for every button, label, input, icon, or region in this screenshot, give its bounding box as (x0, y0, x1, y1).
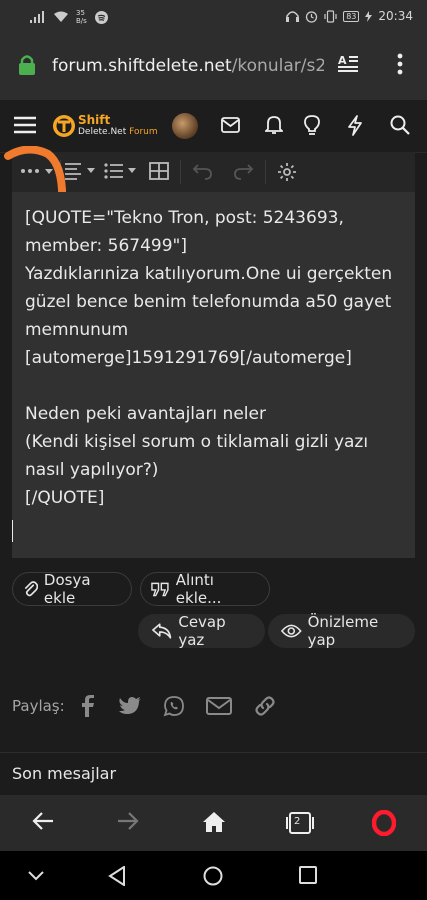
home-icon[interactable] (202, 811, 226, 833)
alarm-icon (306, 10, 318, 23)
list-icon[interactable] (104, 162, 138, 180)
insert-quote-button[interactable]: Alıntı ekle... (140, 571, 270, 607)
net-speed: 35 B/s (76, 9, 87, 25)
settings-gear-icon[interactable] (277, 162, 297, 182)
editor-content[interactable]: [QUOTE="Tekno Tron, post: 5243693, membe… (25, 204, 410, 512)
system-nav-bar (0, 851, 427, 900)
attach-file-label: Dosya ekle (43, 571, 91, 607)
whats-new-icon[interactable] (347, 115, 363, 136)
email-icon[interactable] (206, 694, 232, 718)
preview-label: Önizleme yap (307, 613, 379, 649)
facebook-icon[interactable] (76, 694, 98, 718)
signal-icon (30, 11, 44, 23)
logo-mark-icon (53, 115, 75, 137)
ideas-icon[interactable] (304, 115, 320, 136)
battery-level: 83 (343, 10, 360, 22)
preview-button[interactable]: Önizleme yap (268, 613, 415, 649)
quote-icon (151, 582, 169, 597)
link-icon[interactable] (252, 694, 278, 718)
hamburger-menu-icon[interactable] (14, 115, 36, 135)
messages-icon[interactable] (221, 117, 240, 133)
twitter-icon[interactable] (118, 694, 142, 718)
redo-icon[interactable] (232, 162, 254, 180)
reply-label: Cevap yaz (178, 613, 226, 649)
text-caret (12, 520, 13, 542)
reader-mode-icon[interactable]: A (336, 52, 360, 76)
logo-text-shift: Shift (78, 113, 111, 127)
collapse-chevron-icon[interactable] (28, 871, 44, 881)
spotify-icon (94, 10, 108, 24)
url-field[interactable]: forum.shiftdelete.net/konular/s20 (52, 56, 324, 76)
share-buttons (76, 694, 278, 718)
home-circle-icon[interactable] (203, 866, 223, 886)
svg-text:A: A (338, 54, 347, 67)
eye-icon (281, 624, 302, 638)
opera-menu-icon[interactable] (372, 810, 396, 836)
whatsapp-icon[interactable] (162, 694, 186, 718)
logo-text-forum: Delete.Net Forum (78, 127, 158, 137)
reply-arrow-icon (152, 623, 172, 639)
browser-url-bar: forum.shiftdelete.net/konular/s20 A (0, 34, 427, 100)
attach-file-button[interactable]: Dosya ekle (12, 571, 132, 607)
undo-icon[interactable] (192, 162, 214, 180)
message-editor[interactable]: [QUOTE="Tekno Tron, post: 5243693, membe… (12, 192, 415, 558)
notifications-icon[interactable] (265, 115, 283, 135)
tab-count: 2 (294, 816, 301, 827)
browser-bottom-nav: 2 (0, 795, 427, 851)
more-menu-icon[interactable] (392, 52, 408, 76)
back-arrow-icon[interactable] (32, 811, 54, 831)
paperclip-icon (24, 581, 38, 597)
insert-quote-label: Alıntı ekle... (175, 571, 222, 607)
clock: 20:34 (378, 9, 413, 23)
latest-posts-heading: Son mesajlar (12, 764, 117, 783)
table-icon[interactable] (149, 162, 169, 180)
reply-button[interactable]: Cevap yaz (138, 613, 265, 649)
back-triangle-icon[interactable] (108, 866, 126, 886)
search-icon[interactable] (390, 115, 410, 135)
tabs-button[interactable]: 2 (286, 811, 314, 835)
forward-arrow-icon[interactable] (117, 811, 139, 831)
avatar[interactable] (172, 113, 198, 139)
divider (0, 752, 427, 753)
charging-icon (365, 10, 373, 22)
recents-square-icon[interactable] (299, 866, 317, 884)
wifi-icon (54, 11, 68, 22)
headphones-icon (286, 11, 300, 22)
status-bar: 35 B/s 83 20:34 (0, 0, 427, 34)
share-label: Paylaş: (12, 697, 65, 715)
lock-icon (19, 55, 35, 75)
vibrate-icon (324, 9, 337, 23)
